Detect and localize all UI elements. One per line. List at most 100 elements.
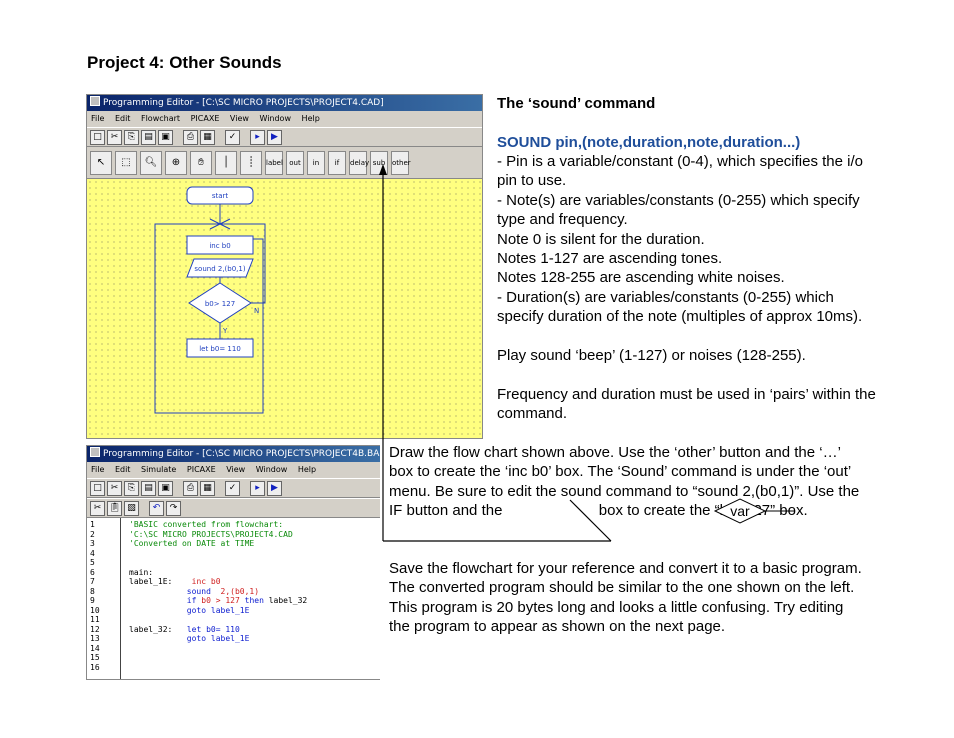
desc-note0: Note 0 is silent for the duration. — [497, 230, 705, 248]
sound-syntax: SOUND pin,(note,duration,note,duration..… — [497, 134, 801, 151]
app-icon — [90, 447, 100, 457]
code-line-6: main: — [129, 567, 154, 577]
line-numbers: 1 2 3 4 5 6 7 8 9 10 11 12 13 14 15 16 — [87, 518, 121, 679]
sub-button[interactable]: sub — [370, 150, 388, 175]
save-icon[interactable]: ▣ — [158, 129, 173, 145]
menu-view[interactable]: View — [226, 465, 245, 474]
desc-tones: Notes 1-127 are ascending tones. — [497, 250, 723, 268]
desc-duration: - Duration(s) are variables/constants (0… — [497, 288, 863, 326]
menu-edit[interactable]: Edit — [115, 114, 131, 123]
select-icon[interactable]: ⬚ — [115, 150, 137, 175]
basic-window-titlebar[interactable]: Programming Editor - [C:\SC MICRO PROJEC… — [87, 446, 380, 462]
code-line-12-code: let b0= 110 — [186, 624, 240, 634]
menu-file[interactable]: File — [91, 114, 104, 123]
menu-view[interactable]: View — [230, 114, 249, 123]
sound-command-heading: The ‘sound’ command — [497, 95, 656, 112]
menu-window[interactable]: Window — [256, 465, 288, 474]
paste-special-icon[interactable]: ▧ — [124, 500, 139, 516]
flowchart-window-title: Programming Editor - [C:\SC MICRO PROJEC… — [103, 98, 384, 108]
decision-node-label: b0> 127 — [205, 300, 235, 308]
cut-icon[interactable]: ✂ — [107, 480, 122, 496]
code-line-9-keyword: if — [186, 596, 197, 605]
desc-play: Play sound ‘beep’ (1-127) or noises (128… — [497, 347, 806, 365]
new-icon[interactable]: □ — [90, 129, 105, 145]
flowchart-diagram: start inc b0 sound 2,(b0,1) b0> 127 N Y … — [154, 186, 266, 414]
cut-icon[interactable]: ✂ — [107, 129, 122, 145]
flowchart-window-titlebar[interactable]: Programming Editor - [C:\SC MICRO PROJEC… — [87, 95, 482, 111]
run-icon[interactable]: ▶ — [267, 129, 282, 145]
no-label: N — [254, 307, 259, 315]
flowchart-tool-palette: ↖ ⬚ 🔍︎ ⊕ ✋︎ │ ┊ label out in if delay su… — [87, 147, 482, 179]
code-editor[interactable]: 1 2 3 4 5 6 7 8 9 10 11 12 13 14 15 16 '… — [87, 518, 380, 679]
flowchart-menubar: File Edit Flowchart PICAXE View Window H… — [87, 111, 482, 127]
program-icon[interactable]: ▸ — [250, 129, 265, 145]
open-icon[interactable]: ▤ — [141, 129, 156, 145]
copy-icon[interactable]: ⎘ — [124, 480, 139, 496]
run-icon[interactable]: ▶ — [267, 480, 282, 496]
new-icon[interactable]: □ — [90, 480, 105, 496]
sound-description: - Pin is a variable/constant (0-4), whic… — [497, 152, 877, 424]
instructions-text-2: box to create the “b0>127” box. — [598, 502, 808, 520]
line-icon[interactable]: │ — [215, 150, 237, 175]
app-icon — [90, 96, 100, 106]
label-button[interactable]: label — [265, 150, 283, 175]
inc-node-label: inc b0 — [209, 242, 230, 250]
code-line-7-label: label_1E: — [129, 577, 173, 586]
in-button[interactable]: in — [307, 150, 325, 175]
menu-flowchart[interactable]: Flowchart — [141, 114, 180, 123]
desc-notes: - Note(s) are variables/constants (0-255… — [497, 191, 860, 229]
connector-icon[interactable]: ┊ — [240, 150, 262, 175]
basic-toolbar-1: □ ✂ ⎘ ▤ ▣ ⎙ ▦ ✓ ▸ ▶ — [87, 478, 380, 498]
code-line-8-keyword: sound — [186, 586, 211, 596]
check-syntax-icon[interactable]: ✓ — [225, 480, 240, 496]
delay-button[interactable]: delay — [349, 150, 369, 175]
code-line-2: 'C:\SC MICRO PROJECTS\PROJECT4.CAD — [129, 529, 293, 539]
code-line-8-args: 2,(b0,1) — [220, 586, 260, 596]
print-setup-icon[interactable]: ▦ — [200, 480, 215, 496]
desc-noises: Notes 128-255 are ascending white noises… — [497, 269, 785, 287]
if-button[interactable]: if — [328, 150, 346, 175]
menu-window[interactable]: Window — [259, 114, 291, 123]
pan-icon[interactable]: ✋︎ — [190, 150, 212, 175]
start-node-label: start — [212, 192, 229, 200]
check-syntax-icon[interactable]: ✓ — [225, 129, 240, 145]
print-setup-icon[interactable]: ▦ — [200, 129, 215, 145]
print-icon[interactable]: ⎙ — [183, 480, 198, 496]
basic-toolbar-2: ✂ 📋︎ ▧ ↶ ↷ — [87, 498, 380, 518]
out-button[interactable]: out — [286, 150, 304, 175]
paste-icon[interactable]: 📋︎ — [107, 500, 122, 516]
undo-icon[interactable]: ↶ — [149, 500, 164, 516]
redo-icon[interactable]: ↷ — [166, 500, 181, 516]
code-line-7-code: inc b0 — [191, 577, 221, 586]
other-button[interactable]: other — [391, 150, 411, 175]
code-line-12-label: label_32: — [129, 624, 173, 634]
code-line-3: 'Converted on DATE at TIME — [129, 539, 255, 548]
menu-help[interactable]: Help — [298, 465, 316, 474]
save-icon[interactable]: ▣ — [158, 480, 173, 496]
flowchart-toolbar: □ ✂ ⎘ ▤ ▣ ⎙ ▦ ✓ ▸ ▶ — [87, 127, 482, 147]
print-icon[interactable]: ⎙ — [183, 129, 198, 145]
let-node-label: let b0= 110 — [199, 345, 241, 353]
sound-node-label: sound 2,(b0,1) — [194, 265, 245, 273]
menu-edit[interactable]: Edit — [115, 465, 131, 474]
menu-file[interactable]: File — [91, 465, 104, 474]
menu-help[interactable]: Help — [302, 114, 320, 123]
menu-picaxe[interactable]: PICAXE — [191, 114, 220, 123]
code-line-9-target: label_32 — [268, 596, 308, 605]
save-convert-paragraph: Save the flowchart for your reference an… — [389, 560, 862, 636]
program-icon[interactable]: ▸ — [250, 480, 265, 496]
flowchart-editor-window: Programming Editor - [C:\SC MICRO PROJEC… — [86, 94, 483, 439]
zoom-icon[interactable]: 🔍︎ — [140, 150, 162, 175]
zoom-in-icon[interactable]: ⊕ — [165, 150, 187, 175]
open-icon[interactable]: ▤ — [141, 480, 156, 496]
cut-icon[interactable]: ✂ — [90, 500, 105, 516]
desc-frequency: Frequency and duration must be used in ‘… — [497, 385, 876, 423]
yes-label: Y — [222, 327, 228, 335]
code-text[interactable]: 'BASIC converted from flowchart: 'C:\SC … — [121, 518, 308, 679]
menu-simulate[interactable]: Simulate — [141, 465, 176, 474]
menu-picaxe[interactable]: PICAXE — [187, 465, 216, 474]
flowchart-canvas[interactable]: start inc b0 sound 2,(b0,1) b0> 127 N Y … — [87, 179, 482, 438]
copy-icon[interactable]: ⎘ — [124, 129, 139, 145]
pointer-icon[interactable]: ↖ — [90, 150, 112, 175]
basic-editor-window: Programming Editor - [C:\SC MICRO PROJEC… — [86, 445, 380, 680]
